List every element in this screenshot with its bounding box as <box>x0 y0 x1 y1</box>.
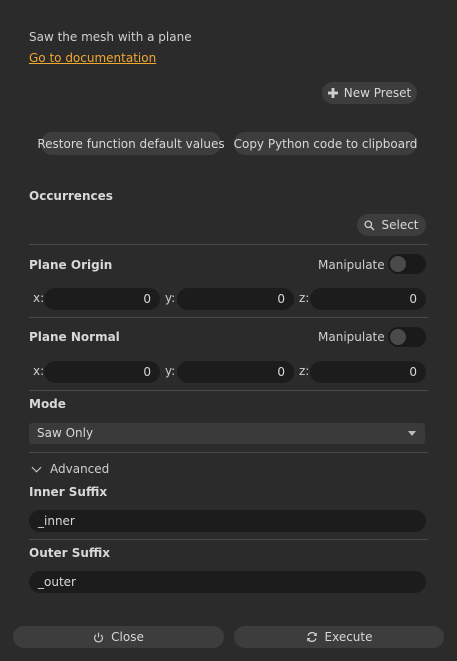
plane-normal-x-input[interactable]: 0 <box>44 361 160 383</box>
restore-defaults-button[interactable]: Restore function default values <box>37 132 225 155</box>
outer-suffix-label: Outer Suffix <box>29 546 111 560</box>
divider <box>29 539 428 540</box>
close-label: Close <box>111 630 144 644</box>
inner-suffix-input[interactable]: _inner <box>29 510 426 532</box>
mode-dropdown[interactable]: Saw Only <box>29 423 425 444</box>
search-icon <box>364 219 375 231</box>
plane-origin-y-label: y: <box>165 291 176 305</box>
plane-origin-manipulate-label: Manipulate <box>318 258 385 272</box>
copy-python-button[interactable]: Copy Python code to clipboard <box>234 132 417 155</box>
plane-normal-z-input[interactable]: 0 <box>310 361 426 383</box>
plane-origin-z-input[interactable]: 0 <box>310 288 426 310</box>
documentation-link[interactable]: Go to documentation <box>29 51 156 65</box>
plane-normal-manipulate-label: Manipulate <box>318 330 385 344</box>
divider <box>29 452 428 453</box>
advanced-label: Advanced <box>50 462 110 476</box>
toggle-knob <box>390 256 406 272</box>
plane-origin-x-label: x: <box>33 291 45 305</box>
close-button[interactable]: Close <box>13 626 224 648</box>
plane-origin-z-label: z: <box>299 291 310 305</box>
new-preset-button[interactable]: New Preset <box>322 82 417 104</box>
plane-normal-y-label: y: <box>165 364 176 378</box>
outer-suffix-input[interactable]: _outer <box>29 571 426 593</box>
divider <box>29 244 428 245</box>
occurrences-label: Occurrences <box>29 189 113 203</box>
inner-suffix-label: Inner Suffix <box>29 485 108 499</box>
plane-origin-y-input[interactable]: 0 <box>177 288 294 310</box>
toggle-knob <box>390 329 406 345</box>
divider <box>29 390 428 391</box>
plane-normal-y-input[interactable]: 0 <box>177 361 294 383</box>
new-preset-label: New Preset <box>343 86 412 100</box>
plane-normal-label: Plane Normal <box>29 330 120 344</box>
function-description: Saw the mesh with a plane <box>29 30 192 44</box>
plus-icon <box>327 88 338 98</box>
divider <box>29 317 428 318</box>
plane-origin-x-input[interactable]: 0 <box>44 288 160 310</box>
chevron-down-icon <box>408 431 416 436</box>
execute-button[interactable]: Execute <box>234 626 444 648</box>
refresh-icon <box>306 631 318 643</box>
chevron-down-icon <box>31 462 42 472</box>
advanced-toggle[interactable]: Advanced <box>31 462 110 476</box>
mode-selected-value: Saw Only <box>37 426 94 440</box>
plane-normal-z-label: z: <box>299 364 310 378</box>
power-icon <box>93 632 104 643</box>
select-occurrences-button[interactable]: Select <box>357 214 426 236</box>
mode-label: Mode <box>29 397 66 411</box>
plane-origin-manipulate-toggle[interactable] <box>388 254 426 274</box>
select-label: Select <box>381 218 419 232</box>
plane-origin-label: Plane Origin <box>29 258 113 272</box>
execute-label: Execute <box>324 630 373 644</box>
plane-normal-x-label: x: <box>33 364 45 378</box>
plane-normal-manipulate-toggle[interactable] <box>388 327 426 347</box>
